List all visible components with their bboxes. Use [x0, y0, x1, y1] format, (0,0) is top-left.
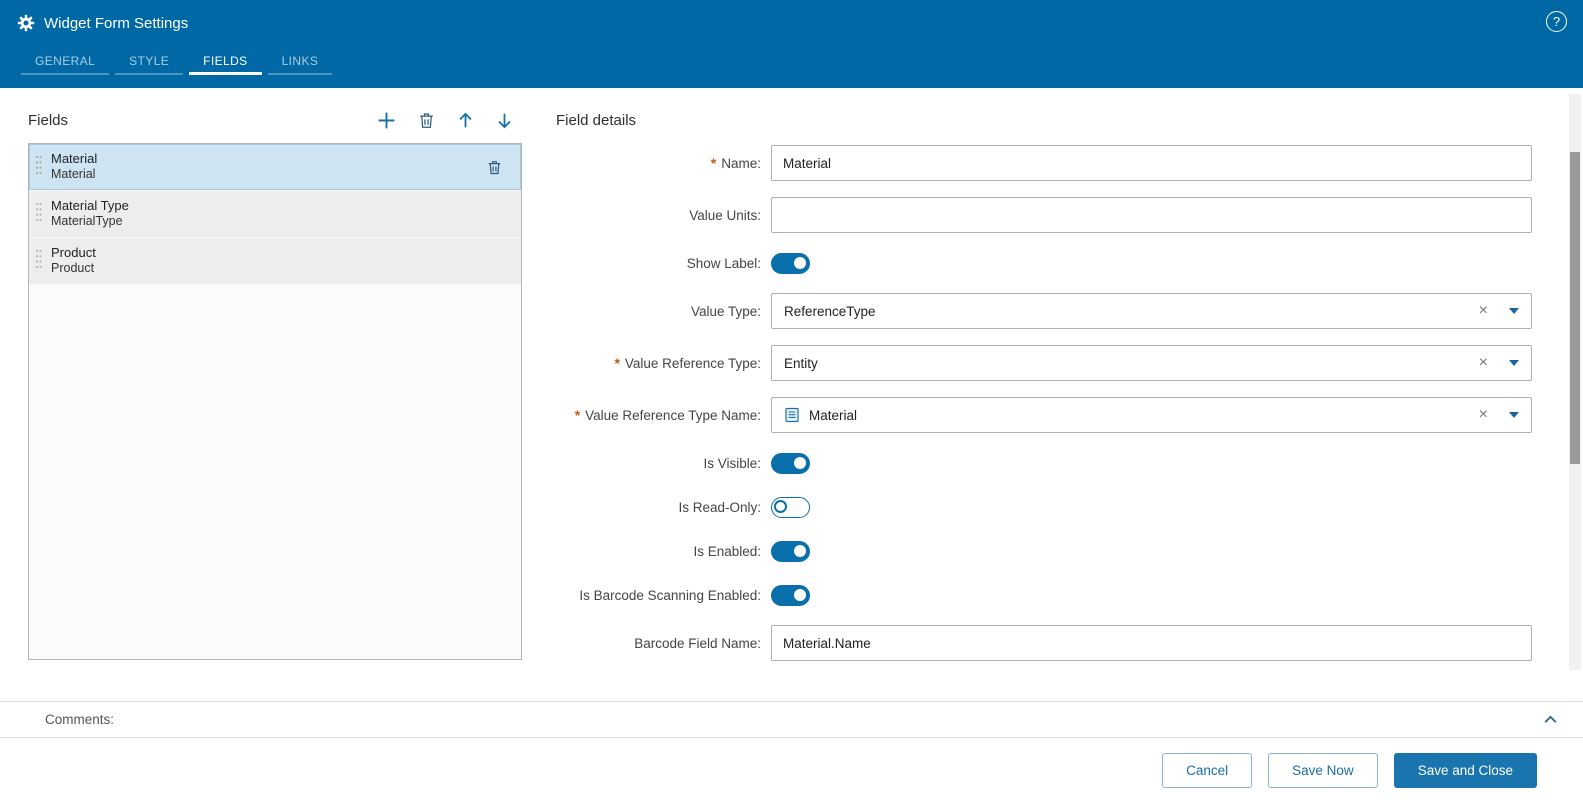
drag-handle-icon[interactable] [34, 200, 43, 229]
is-read-only-toggle[interactable] [771, 496, 810, 518]
fields-panel: Fields Material Material Material Type M… [28, 110, 522, 660]
form-row-value-reference-type: * Value Reference Type: Entity × [556, 345, 1532, 381]
field-list-item-material-type[interactable]: Material Type MaterialType [29, 191, 521, 238]
name-input[interactable] [771, 145, 1532, 181]
value-reference-type-name-value: Material [809, 407, 858, 423]
tab-general[interactable]: GENERAL [18, 46, 112, 82]
fields-panel-title: Fields [28, 112, 69, 129]
titlebar: Widget Form Settings ? GENERAL STYLE FIE… [0, 0, 1583, 88]
footer: Cancel Save Now Save and Close [0, 739, 1583, 802]
field-item-binding: Product [51, 261, 95, 276]
tab-style-label: STYLE [129, 54, 170, 68]
save-now-button[interactable]: Save Now [1268, 753, 1378, 788]
required-asterisk: * [614, 355, 620, 371]
show-label-label: Show Label: [686, 255, 761, 271]
value-reference-type-label: * Value Reference Type: [614, 355, 761, 371]
value-reference-type-dropdown[interactable]: Entity × [771, 345, 1532, 381]
required-asterisk: * [574, 407, 581, 423]
chevron-down-icon[interactable] [1509, 412, 1519, 418]
clear-icon[interactable]: × [1479, 407, 1488, 423]
tab-links[interactable]: LINKS [265, 46, 336, 82]
form-row-show-label: Show Label: [556, 249, 1532, 277]
value-units-input[interactable] [771, 197, 1532, 233]
tab-links-label: LINKS [281, 54, 319, 68]
required-asterisk: * [710, 155, 717, 171]
value-type-label: Value Type: [690, 303, 761, 319]
tab-fields-label: FIELDS [203, 54, 248, 68]
toggle-knob [794, 257, 806, 269]
tab-fields[interactable]: FIELDS [186, 46, 264, 82]
is-visible-toggle[interactable] [771, 452, 810, 474]
delete-field-icon[interactable] [417, 111, 436, 130]
comments-bar[interactable]: Comments: [0, 701, 1583, 738]
tab-general-label: GENERAL [35, 54, 96, 68]
barcode-field-name-input[interactable] [771, 625, 1532, 661]
save-and-close-button[interactable]: Save and Close [1393, 753, 1537, 788]
toggle-knob [794, 545, 806, 557]
window-title: Widget Form Settings [44, 14, 189, 32]
chevron-down-icon[interactable] [1509, 360, 1519, 366]
field-details-title: Field details [556, 112, 637, 129]
form-row-is-barcode-scanning-enabled: Is Barcode Scanning Enabled: [556, 581, 1532, 609]
field-item-binding: Material [51, 167, 96, 182]
show-label-toggle[interactable] [771, 252, 810, 274]
barcode-field-name-label: Barcode Field Name: [634, 635, 761, 651]
form-row-is-read-only: Is Read-Only: [556, 493, 1532, 521]
help-icon[interactable]: ? [1546, 11, 1567, 32]
field-item-name: Material [51, 151, 98, 167]
gear-icon [17, 14, 35, 32]
form-row-value-reference-type-name: * Value Reference Type Name: Material × [556, 397, 1532, 433]
move-up-icon[interactable] [456, 111, 475, 130]
field-list-item-product[interactable]: Product Product [29, 238, 521, 285]
add-field-icon[interactable] [376, 110, 397, 131]
scrollbar-thumb[interactable] [1570, 152, 1580, 464]
move-down-icon[interactable] [495, 111, 514, 130]
value-type-value: ReferenceType [784, 303, 876, 319]
drag-handle-icon[interactable] [34, 153, 43, 182]
value-reference-type-value: Entity [784, 355, 818, 371]
form-row-is-visible: Is Visible: [556, 449, 1532, 477]
field-item-binding: MaterialType [51, 214, 123, 229]
tab-style[interactable]: STYLE [112, 46, 186, 82]
value-reference-type-name-dropdown[interactable]: Material × [771, 397, 1532, 433]
form-row-barcode-field-name: Barcode Field Name: [556, 625, 1532, 661]
name-label: * Name: [710, 155, 761, 171]
main-content: Fields Material Material Material Type M… [0, 88, 1583, 701]
delete-item-icon[interactable] [478, 155, 511, 180]
field-details-panel: Field details * Name: Value Units: Show … [556, 112, 1532, 677]
is-enabled-label: Is Enabled: [693, 543, 761, 559]
tab-bar: GENERAL STYLE FIELDS LINKS [0, 46, 1583, 82]
is-visible-label: Is Visible: [703, 455, 761, 471]
field-item-name: Material Type [51, 198, 129, 214]
toggle-knob [794, 457, 806, 469]
value-reference-type-name-label: * Value Reference Type Name: [574, 407, 761, 423]
vertical-scrollbar [1569, 94, 1581, 670]
chevron-down-icon[interactable] [1509, 308, 1519, 314]
drag-handle-icon[interactable] [34, 247, 43, 276]
chevron-up-icon[interactable] [1540, 709, 1561, 730]
is-read-only-label: Is Read-Only: [678, 499, 761, 515]
clear-icon[interactable]: × [1479, 355, 1488, 371]
form-row-value-type: Value Type: ReferenceType × [556, 293, 1532, 329]
form-row-value-units: Value Units: [556, 197, 1532, 233]
toggle-knob [774, 499, 787, 513]
form-row-name: * Name: [556, 145, 1532, 181]
field-list: Material Material Material Type Material… [28, 143, 522, 660]
cancel-button[interactable]: Cancel [1162, 753, 1253, 788]
fields-toolbar [376, 110, 522, 131]
form-row-is-enabled: Is Enabled: [556, 537, 1532, 565]
title-row: Widget Form Settings ? [0, 0, 1583, 42]
value-units-label: Value Units: [689, 207, 761, 223]
entity-icon [784, 407, 800, 423]
value-type-dropdown[interactable]: ReferenceType × [771, 293, 1532, 329]
field-item-name: Product [51, 245, 96, 261]
clear-icon[interactable]: × [1479, 303, 1488, 319]
is-barcode-scanning-enabled-toggle[interactable] [771, 584, 810, 606]
comments-label: Comments: [45, 712, 115, 727]
field-list-item-material[interactable]: Material Material [29, 144, 521, 191]
toggle-knob [794, 589, 806, 601]
is-enabled-toggle[interactable] [771, 540, 810, 562]
is-barcode-scanning-enabled-label: Is Barcode Scanning Enabled: [579, 587, 761, 603]
